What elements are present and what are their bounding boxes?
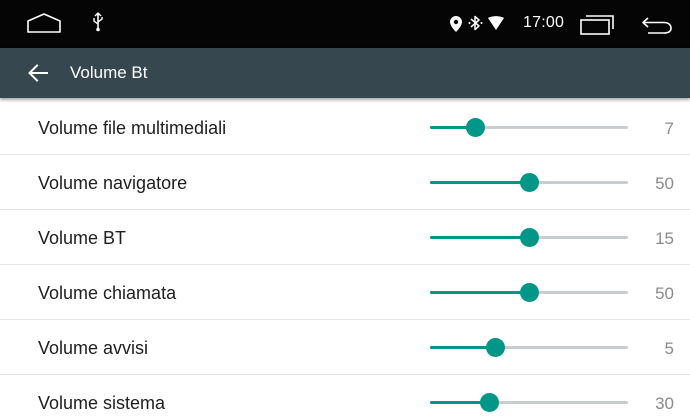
volume-slider[interactable] [430, 283, 628, 302]
volume-setting-row: Volume sistema 30 [0, 375, 690, 419]
bluetooth-icon [468, 14, 484, 36]
slider-thumb[interactable] [479, 393, 499, 412]
setting-value: 7 [664, 119, 674, 138]
app-toolbar: Volume Bt [0, 48, 690, 98]
slider-thumb[interactable] [519, 173, 539, 192]
back-nav-icon[interactable] [640, 15, 674, 40]
setting-label: Volume sistema [38, 393, 166, 413]
volume-setting-row: Volume BT 15 [0, 210, 690, 265]
slider-fill [430, 181, 529, 184]
volume-slider[interactable] [430, 393, 628, 412]
setting-value: 15 [655, 229, 674, 248]
volume-setting-row: Volume chiamata 50 [0, 265, 690, 320]
slider-fill [430, 236, 529, 239]
usb-icon [92, 12, 104, 37]
slider-fill [430, 291, 529, 294]
volume-setting-row: Volume navigatore 50 [0, 155, 690, 210]
setting-value: 50 [655, 284, 674, 303]
status-time: 17:00 [523, 14, 565, 31]
volume-slider[interactable] [430, 173, 628, 192]
slider-thumb[interactable] [519, 228, 539, 247]
setting-value: 5 [664, 339, 674, 358]
volume-slider[interactable] [430, 338, 628, 357]
setting-label: Volume file multimediali [38, 118, 227, 138]
volume-setting-row: Volume avvisi 5 [0, 320, 690, 375]
location-icon [450, 16, 462, 37]
screen: 17:00 Volume Bt Volume file multimediali… [0, 0, 690, 419]
setting-value: 50 [655, 174, 674, 193]
slider-thumb[interactable] [519, 283, 539, 302]
slider-thumb[interactable] [466, 118, 486, 137]
setting-label: Volume avvisi [38, 338, 149, 358]
setting-label: Volume BT [38, 228, 127, 248]
slider-thumb[interactable] [485, 338, 505, 357]
volume-slider[interactable] [430, 118, 628, 137]
page-title: Volume Bt [70, 63, 148, 82]
volume-settings-list: Volume file multimediali 7 Volume navigato… [0, 100, 690, 419]
arrow-left-icon[interactable] [28, 64, 48, 82]
home-outline-icon[interactable] [26, 12, 62, 39]
status-bar: 17:00 [0, 0, 690, 48]
volume-slider[interactable] [430, 228, 628, 247]
wifi-icon [488, 16, 504, 35]
setting-value: 30 [655, 394, 674, 413]
recents-icon[interactable] [578, 14, 616, 41]
volume-setting-row: Volume file multimediali 7 [0, 100, 690, 155]
setting-label: Volume chiamata [38, 283, 177, 303]
setting-label: Volume navigatore [38, 173, 188, 193]
